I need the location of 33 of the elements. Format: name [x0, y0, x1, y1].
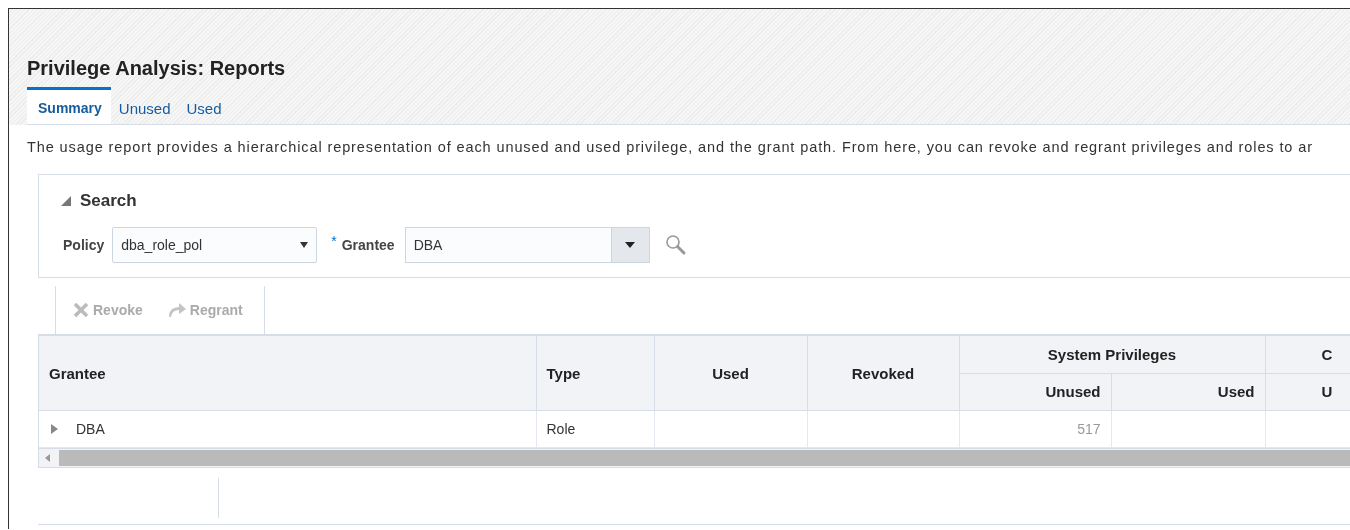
expand-icon[interactable]: [51, 424, 59, 434]
required-icon: *: [331, 233, 337, 249]
horizontal-scrollbar[interactable]: [39, 448, 1350, 467]
column-header: Revoked: [807, 335, 959, 411]
policy-dropdown[interactable]: dba_role_pol: [112, 227, 318, 263]
column-group-header: System Privileges: [959, 335, 1265, 373]
grantee-label: Grantee: [341, 237, 395, 253]
column-header: Type: [536, 335, 654, 411]
caret-icon: [300, 241, 309, 249]
scroll-left-icon[interactable]: [45, 454, 51, 462]
table-cell: 517: [1077, 421, 1101, 437]
grantee-combobox[interactable]: DBA: [404, 227, 650, 263]
tab[interactable]: Summary: [27, 87, 111, 124]
column-group-header: C: [1265, 335, 1350, 373]
page-title: Privilege Analysis: Reports: [27, 56, 287, 81]
disclosure-icon[interactable]: [61, 196, 71, 206]
search-title: Search: [80, 191, 137, 211]
scrollbar-thumb[interactable]: [59, 450, 1350, 466]
column-header: Used: [1111, 373, 1265, 411]
redo-arrow-icon: [166, 302, 187, 318]
column-header: Unused: [959, 373, 1111, 411]
column-header: Grantee: [39, 335, 536, 411]
column-header: Used: [654, 335, 807, 411]
column-header: U: [1265, 373, 1350, 411]
close-icon: [72, 301, 90, 319]
description-text: The usage report provides a hierarchical representation of each unused and used privilege, and the grant path. From here, you can revoke and regrant privileges and roles to ar: [27, 138, 1314, 157]
tab[interactable]: Used: [178, 87, 230, 124]
caret-icon: [625, 241, 636, 249]
table-cell: Role: [546, 421, 576, 437]
search-icon[interactable]: [664, 234, 687, 256]
tab[interactable]: Unused: [110, 87, 179, 124]
policy-label: Policy: [63, 237, 105, 253]
table-cell: DBA: [76, 421, 105, 437]
